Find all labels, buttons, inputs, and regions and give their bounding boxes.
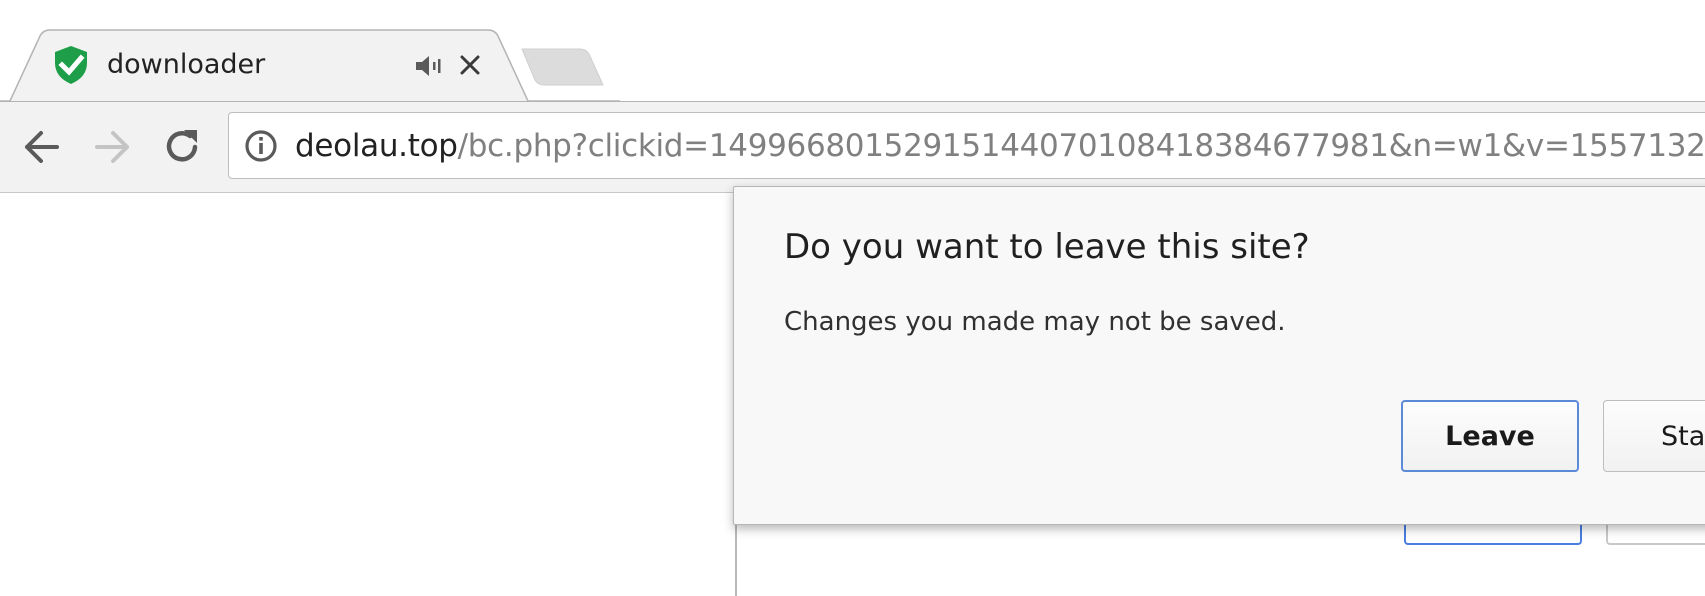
dialog-message: Changes you made may not be saved. — [784, 307, 1286, 337]
arrow-left-icon[interactable] — [17, 122, 67, 172]
leave-button[interactable]: Leave — [1401, 400, 1579, 472]
url-host: deolau.top — [295, 128, 458, 164]
address-bar[interactable]: deolau.top/bc.php?clickid=14996680152915… — [228, 112, 1705, 179]
leave-site-dialog: Do you want to leave this site? Changes … — [733, 186, 1705, 525]
new-tab-icon[interactable] — [518, 46, 606, 88]
dialog-title: Do you want to leave this site? — [784, 227, 1310, 267]
reload-icon[interactable] — [157, 122, 207, 172]
toolbar: deolau.top/bc.php?clickid=14996680152915… — [0, 101, 1705, 193]
speaker-icon[interactable] — [414, 53, 444, 79]
tab-strip: downloader — [0, 0, 1705, 101]
tab-title: downloader — [107, 49, 266, 80]
url-path: /bc.php?clickid=149966801529151440701084… — [457, 128, 1705, 164]
stay-button[interactable]: Stay — [1603, 400, 1705, 472]
browser-window: downloader deolau.top/bc.php?clickid=149… — [0, 0, 1705, 596]
close-icon[interactable] — [457, 52, 483, 78]
url-text[interactable]: deolau.top/bc.php?clickid=14996680152915… — [295, 126, 1705, 166]
arrow-right-icon[interactable] — [87, 122, 137, 172]
shield-check-icon — [55, 46, 87, 84]
info-icon[interactable] — [244, 129, 278, 163]
